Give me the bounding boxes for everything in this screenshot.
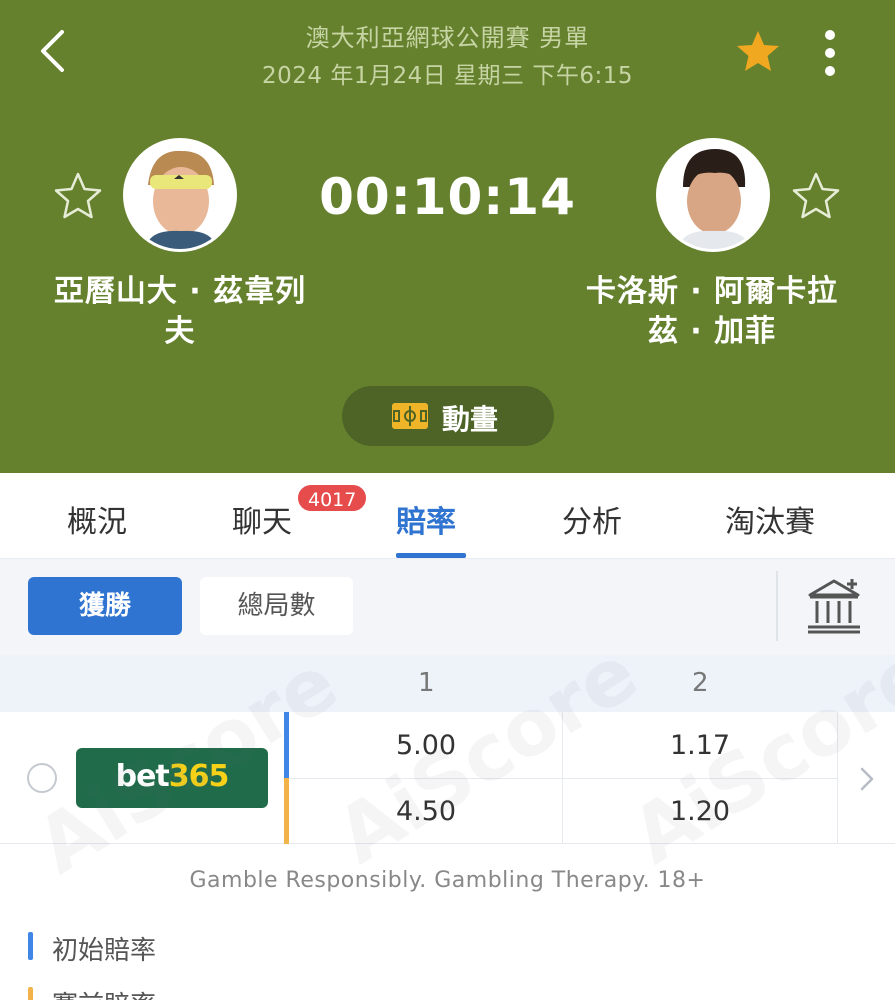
odds-initial-2[interactable]: 1.17 [640,730,760,761]
more-vertical-icon[interactable] [815,27,845,79]
bookmaker-name-part1: bet [115,759,170,794]
odds-initial-1[interactable]: 5.00 [366,730,486,761]
tab-overview[interactable]: 概況 [67,497,127,541]
bookmaker-name-part2: 365 [168,759,230,794]
player-right-name-line1: 卡洛斯 · 阿爾卡拉 [585,274,839,309]
animation-label: 動畫 [442,403,499,436]
player-right-name: 卡洛斯 · 阿爾卡拉 茲 · 加菲 [562,272,862,352]
favorite-star-icon[interactable] [734,28,782,76]
odds-column-header: 1 2 [0,655,895,712]
chevron-right-icon[interactable] [855,764,879,794]
active-tab-indicator [396,553,466,558]
pre-match-odds-marker [284,778,289,844]
pitch-icon [392,403,428,429]
tab-odds[interactable]: 賠率 [396,497,456,541]
match-header: 澳大利亞網球公開賽 男單 2024 年1月24日 星期三 下午6:15 亞曆山大… [0,0,895,473]
player-right-avatar[interactable] [656,138,770,252]
bet365-logo[interactable]: bet365 [76,748,268,808]
row-divider [289,778,837,779]
player-left-star-icon[interactable] [52,170,104,222]
column-divider-1 [562,712,563,844]
player-right-photo [659,141,767,249]
player-left-name-line2: 夫 [164,314,196,349]
tab-bar: 概況 聊天 賠率 分析 淘汰賽 [0,473,895,559]
player-left-photo [126,141,234,249]
filter-divider [776,571,778,641]
player-left-name: 亞曆山大 · 茲韋列 夫 [30,272,330,352]
gambling-disclaimer: Gamble Responsibly. Gambling Therapy. 18… [189,868,706,893]
select-radio[interactable] [27,763,57,793]
odds-prematch-1[interactable]: 4.50 [366,796,486,827]
column-2-label: 2 [692,668,709,698]
tab-analysis[interactable]: 分析 [562,497,622,541]
odds-filter-bar: 獲勝 總局數 [0,559,895,655]
odds-row-bet365: bet365 5.00 1.17 4.50 1.20 [0,712,895,844]
filter-total-games-chip[interactable]: 總局數 [200,577,353,635]
chat-count-badge: 4017 [296,483,369,513]
column-divider-2 [837,712,838,844]
player-left-name-line1: 亞曆山大 · 茲韋列 [53,274,307,309]
bank-icon[interactable] [806,577,862,635]
match-odds-screen: 澳大利亞網球公開賽 男單 2024 年1月24日 星期三 下午6:15 亞曆山大… [0,0,895,1000]
section-initial-odds-label: 初始賠率 [52,936,157,966]
section-marker-blue [28,932,33,960]
section-prematch-odds-label: 賽前賠率 [52,991,156,1000]
initial-odds-marker [284,712,289,778]
player-right-name-line2: 茲 · 加菲 [647,314,777,349]
tab-chat[interactable]: 聊天 [232,497,292,541]
odds-prematch-2[interactable]: 1.20 [640,796,760,827]
section-initial-odds: 初始賠率 [28,930,156,966]
bet365-logo-text: bet365 [76,759,268,794]
player-left-avatar[interactable] [123,138,237,252]
tab-knockout[interactable]: 淘汰賽 [725,497,815,541]
match-timer: 00:10:14 [319,168,576,226]
section-prematch-odds: 賽前賠率 [28,985,156,1000]
animation-button[interactable]: 動畫 [342,386,554,446]
column-1-label: 1 [418,668,435,698]
filter-win-chip[interactable]: 獲勝 [28,577,182,635]
player-right-star-icon[interactable] [790,170,842,222]
section-marker-orange [28,987,33,1000]
